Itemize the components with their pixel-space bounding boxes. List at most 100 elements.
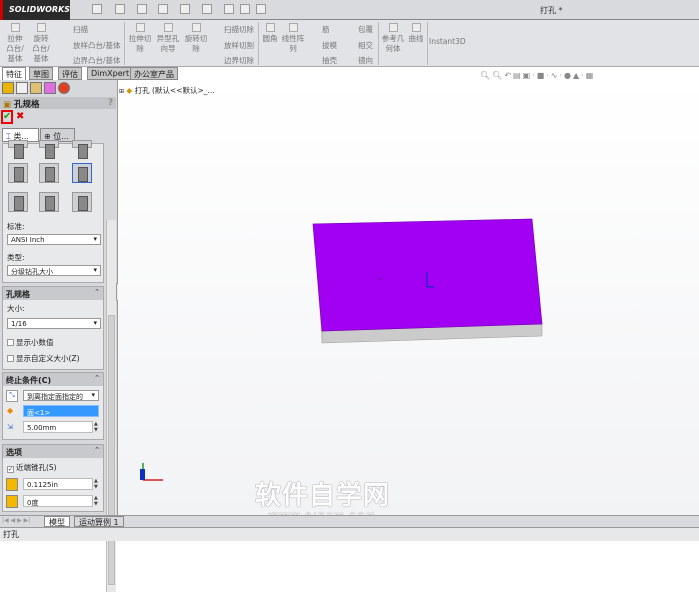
cancel-button[interactable]: ✖: [16, 111, 24, 122]
depth-spinner[interactable]: ▲ ▼: [94, 421, 101, 433]
tab-scroll-arrows[interactable]: |◀ ◀ ▶ ▶|: [2, 517, 30, 524]
bottom-tabs: |◀ ◀ ▶ ▶| 模型 运动算例 1: [0, 515, 699, 527]
collapse-icon[interactable]: ⌃: [94, 446, 100, 454]
model-view: [140, 218, 543, 481]
feature-manager-icon[interactable]: [2, 82, 14, 94]
select-icon[interactable]: [202, 4, 212, 14]
type-label: 类型:: [7, 253, 25, 262]
scrollbar-thumb[interactable]: [108, 315, 115, 585]
reverse-direction-icon[interactable]: ⤡: [6, 390, 18, 402]
property-manager: ▣ 孔规格 ? ✔ ✖ ⌶ 类... ⊕ 位... 标准: ANSI Inch …: [0, 80, 118, 592]
tab-evaluate[interactable]: 评估: [58, 67, 82, 80]
tab-motion-study[interactable]: 运动算例 1: [74, 516, 124, 527]
rebuild-icon[interactable]: [224, 4, 234, 14]
file-properties-icon[interactable]: [240, 4, 250, 14]
graphics-area[interactable]: ⊞ ◆ 打孔 (默认<<默认>_... 🔍︎🔍︎↶▤▣·■·∿·●▲·▦ 软件自…: [118, 71, 699, 522]
display-style-icon[interactable]: ■: [537, 71, 547, 80]
options-icon[interactable]: [256, 4, 266, 14]
sweep-cut-button[interactable]: 扫描切除: [224, 24, 254, 35]
straight-tap-icon[interactable]: [8, 192, 28, 212]
extrude-cut-button[interactable]: 拉伸切除: [127, 23, 153, 54]
zoom-area-icon[interactable]: 🔍︎: [492, 71, 504, 80]
solidworks-logo: SOLIDWORKS: [0, 0, 70, 20]
near-side-countersink-checkbox[interactable]: ✓ 近端锥孔(S): [7, 462, 57, 473]
fillet-button[interactable]: 圆角: [260, 23, 280, 44]
revolve-boss-button[interactable]: 旋转凸台/基体: [30, 23, 52, 64]
hole-icon[interactable]: [72, 163, 92, 183]
open-icon[interactable]: [115, 4, 125, 14]
curves-button[interactable]: 曲线: [406, 23, 426, 44]
draft-button[interactable]: 拔模: [322, 40, 337, 51]
tab-features[interactable]: 特征: [2, 67, 26, 80]
countersink-angle-input[interactable]: 0度: [23, 495, 93, 507]
tab-model[interactable]: 模型: [44, 516, 70, 527]
hole-spec-icon: ▣: [3, 100, 14, 110]
section-view-icon[interactable]: ▤: [513, 71, 523, 80]
view-settings-icon[interactable]: ▦: [586, 71, 596, 80]
counterbore-icon[interactable]: [8, 163, 28, 183]
tab-sketch[interactable]: 草图: [29, 67, 53, 80]
boundary-boss-button[interactable]: 边界凸台/基体: [73, 55, 121, 66]
ok-button[interactable]: ✔: [1, 110, 13, 124]
size-select[interactable]: 1/16: [7, 318, 101, 329]
tapered-tap-icon[interactable]: [39, 192, 59, 212]
scene-icon[interactable]: ▲: [573, 71, 581, 80]
linear-pattern-button[interactable]: 线性阵列: [281, 23, 305, 54]
show-decimal-checkbox[interactable]: 显示小数值: [7, 337, 54, 348]
heads-up-toolbar[interactable]: 🔍︎🔍︎↶▤▣·■·∿·●▲·▦: [480, 71, 595, 80]
type-select[interactable]: 分级钻孔大小: [7, 265, 101, 276]
zoom-to-fit-icon[interactable]: 🔍︎: [480, 71, 492, 80]
standard-select[interactable]: ANSI Inch: [7, 234, 101, 245]
appearance-icon[interactable]: ●: [564, 71, 573, 80]
end-condition-select[interactable]: 到离指定面指定的: [23, 390, 99, 401]
mirror-button[interactable]: 镜向: [358, 55, 373, 66]
hole-wizard-button[interactable]: 异型孔向导: [155, 23, 181, 54]
hole-type-partial-icon[interactable]: [72, 140, 92, 159]
wrap-button[interactable]: 包覆: [358, 24, 373, 35]
panel-header: ▣ 孔规格 ?: [0, 97, 116, 110]
hole-spec-group: 孔规格⌃ 大小: 1/16 显示小数值 显示自定义大小(Z): [2, 286, 104, 370]
help-icon[interactable]: ?: [108, 98, 113, 108]
print-icon[interactable]: [158, 4, 168, 14]
tab-office-products[interactable]: 办公室产品: [130, 67, 178, 80]
angle-spinner[interactable]: ▲ ▼: [94, 495, 101, 507]
collapse-icon[interactable]: ⌃: [94, 374, 100, 382]
hole-type-partial-icon[interactable]: [8, 140, 28, 159]
diameter-spinner[interactable]: ▲ ▼: [94, 478, 101, 490]
save-icon[interactable]: [137, 4, 147, 14]
title-bar: SOLIDWORKS 打孔 *: [0, 0, 699, 20]
boundary-cut-button[interactable]: 边界切除: [224, 55, 254, 66]
instant3d-button[interactable]: Instant3D: [429, 26, 466, 47]
loft-cut-button[interactable]: 放样切割: [224, 40, 254, 51]
view-orientation-icon[interactable]: ▣: [523, 71, 533, 80]
intersect-button[interactable]: 相交: [358, 40, 373, 51]
legacy-hole-icon[interactable]: [72, 192, 92, 212]
revolve-cut-button[interactable]: 旋转切除: [183, 23, 209, 54]
collapse-icon[interactable]: ⌃: [94, 288, 100, 296]
tab-dimxpert[interactable]: DimXpert: [87, 67, 134, 80]
extrude-boss-button[interactable]: 拉伸凸台/基体: [4, 23, 26, 64]
countersink-angle-icon: [6, 495, 18, 508]
reference-geometry-button[interactable]: 参考几何体: [381, 23, 405, 54]
shell-button[interactable]: 抽壳: [322, 55, 337, 66]
dimxpert-manager-icon[interactable]: [44, 82, 56, 94]
property-manager-icon[interactable]: [16, 82, 28, 94]
countersink-diameter-icon: [6, 478, 18, 491]
new-icon[interactable]: [92, 4, 102, 14]
face-selection-box[interactable]: 面<1>: [23, 405, 99, 417]
rib-button[interactable]: 筋: [322, 24, 330, 35]
size-label: 大小:: [7, 304, 25, 313]
hole-type-partial-icon[interactable]: [39, 140, 59, 159]
countersink-diameter-input[interactable]: 0.1125in: [23, 478, 93, 490]
show-custom-size-checkbox[interactable]: 显示自定义大小(Z): [7, 353, 80, 364]
command-manager: 拉伸凸台/基体 旋转凸台/基体 扫描 放样凸台/基体 边界凸台/基体 拉伸切除 …: [0, 20, 699, 67]
countersink-icon[interactable]: [39, 163, 59, 183]
depth-input[interactable]: 5.00mm: [23, 421, 93, 433]
display-manager-icon[interactable]: [58, 82, 70, 94]
loft-button[interactable]: 放样凸台/基体: [73, 40, 121, 51]
hide-show-icon[interactable]: ∿: [551, 71, 560, 80]
sweep-button[interactable]: 扫描: [73, 24, 88, 35]
configuration-manager-icon[interactable]: [30, 82, 42, 94]
previous-view-icon[interactable]: ↶: [504, 71, 513, 80]
undo-icon[interactable]: [180, 4, 190, 14]
